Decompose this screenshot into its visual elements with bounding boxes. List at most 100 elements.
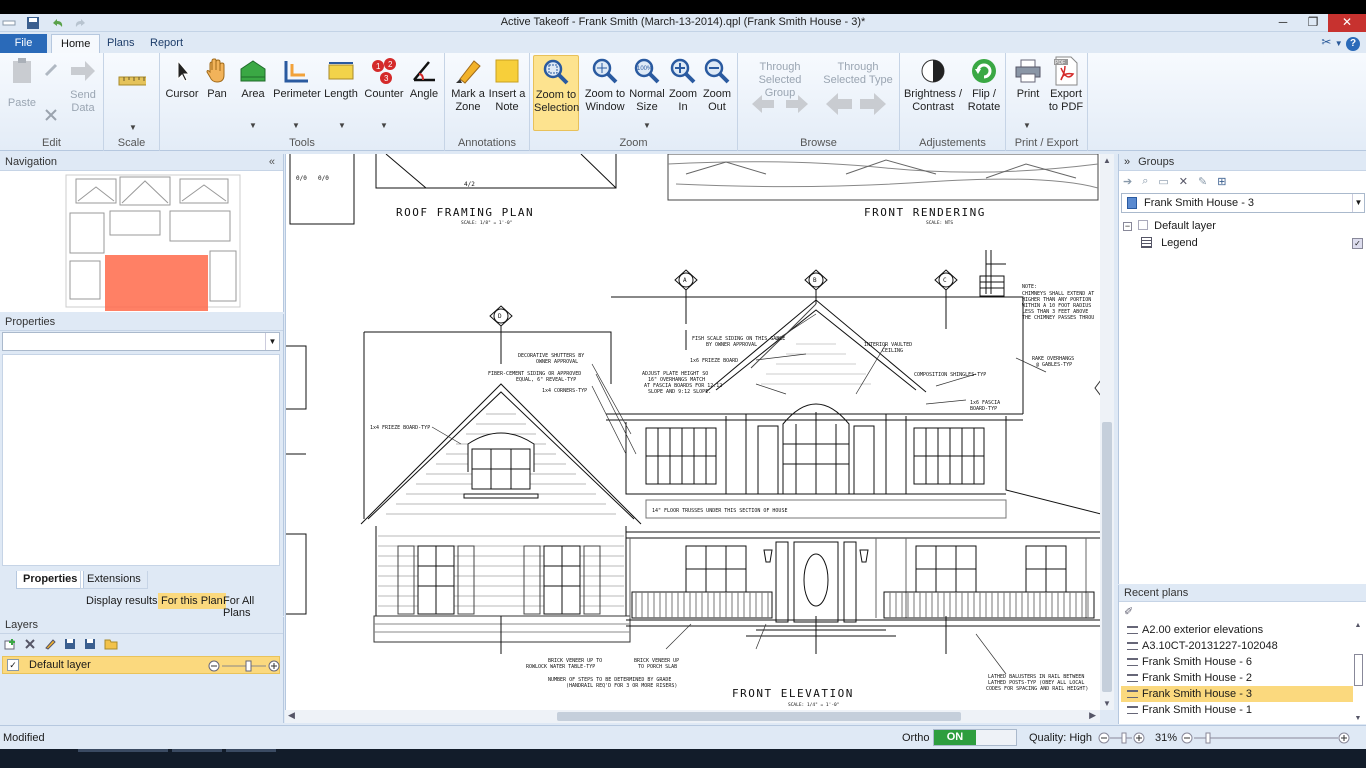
recent-plan-item[interactable]: Frank Smith House - 6: [1121, 654, 1353, 670]
delete-layer-icon[interactable]: [24, 638, 36, 650]
vertical-scroll-thumb[interactable]: [1102, 422, 1112, 692]
brightness-contrast-button[interactable]: Brightness / Contrast: [902, 57, 964, 114]
export-pdf-button[interactable]: PDF Export to PDF: [1046, 56, 1086, 114]
canvas-vertical-scrollbar[interactable]: ▲ ▼: [1100, 154, 1114, 710]
save-layer-icon[interactable]: [64, 638, 76, 650]
cut-icon[interactable]: [44, 108, 58, 122]
quality-label[interactable]: Quality: High: [1029, 732, 1092, 744]
mark-zone-button[interactable]: Mark a Zone: [449, 57, 487, 114]
plan-drawing[interactable]: 0/0 0/0 4/2 14" FLOOR TRUSSES UNDER THIS…: [286, 154, 1100, 710]
tree-item-default-layer[interactable]: − Default layer: [1123, 218, 1363, 235]
length-button[interactable]: Length: [322, 57, 360, 101]
recent-plan-item[interactable]: A2.00 exterior elevations: [1121, 622, 1353, 638]
chevron-down-icon[interactable]: ▼: [1335, 39, 1343, 48]
tab-home[interactable]: Home: [51, 34, 101, 54]
print-dropdown-arrow[interactable]: ▼: [1023, 121, 1031, 130]
area-button[interactable]: Area: [234, 57, 272, 101]
expand-icon[interactable]: »: [1124, 156, 1130, 168]
copy-icon[interactable]: [44, 63, 58, 77]
search-icon[interactable]: ⌕: [1142, 175, 1148, 188]
counter-dropdown-arrow[interactable]: ▼: [380, 121, 388, 130]
edit-layer-icon[interactable]: [44, 638, 56, 650]
layer-row-default[interactable]: ✓ Default layer: [2, 656, 280, 674]
edit-group-icon[interactable]: ✎: [1198, 175, 1207, 188]
previous-type-arrow-icon[interactable]: [824, 91, 854, 120]
perimeter-button[interactable]: Perimeter: [272, 57, 322, 101]
quality-slider[interactable]: [1098, 731, 1146, 745]
recent-scroll-thumb[interactable]: [1353, 654, 1363, 686]
scroll-left-icon[interactable]: ◀: [288, 710, 295, 721]
length-dropdown-arrow[interactable]: ▼: [338, 121, 346, 130]
area-dropdown-arrow[interactable]: ▼: [249, 121, 257, 130]
properties-selector[interactable]: ▼: [2, 332, 280, 351]
counter-button[interactable]: 12 3 Counter: [362, 57, 406, 101]
ortho-toggle[interactable]: ON: [933, 729, 1017, 746]
close-button[interactable]: ✕: [1328, 14, 1366, 32]
zoom-in-button[interactable]: Zoom In: [666, 57, 700, 114]
minimize-button[interactable]: ─: [1268, 14, 1298, 32]
maximize-button[interactable]: ❐: [1298, 14, 1328, 32]
recent-plans-scrollbar[interactable]: ▲ ▼: [1352, 622, 1364, 722]
scale-button[interactable]: [110, 67, 154, 98]
zoom-slider[interactable]: [1180, 731, 1352, 745]
folder-icon[interactable]: [104, 638, 118, 650]
cursor-button[interactable]: Cursor: [164, 57, 200, 101]
help-icon[interactable]: ?: [1346, 37, 1360, 51]
pin-icon[interactable]: ✐: [1124, 605, 1133, 618]
tab-properties[interactable]: Properties: [16, 571, 85, 589]
layer-visible-checkbox[interactable]: ✓: [7, 659, 19, 671]
tab-report[interactable]: Report: [141, 34, 192, 54]
navigation-thumbnail[interactable]: [0, 171, 284, 325]
paste-button[interactable]: Paste: [6, 57, 38, 110]
scale-dropdown-arrow[interactable]: ▼: [129, 123, 137, 132]
delete-group-icon[interactable]: ✕: [1179, 175, 1188, 188]
for-all-plans-button[interactable]: For All Plans: [223, 595, 284, 619]
insert-note-button[interactable]: Insert a Note: [487, 57, 527, 114]
save-as-layer-icon[interactable]: [84, 638, 96, 650]
layer-opacity-slider[interactable]: [208, 660, 280, 672]
arrow-right-icon[interactable]: ➔: [1123, 175, 1132, 188]
pan-button[interactable]: Pan: [200, 57, 234, 101]
next-type-arrow-icon[interactable]: [858, 91, 888, 120]
zoom-to-selection-button[interactable]: Zoom to Selection: [533, 55, 579, 131]
scroll-down-icon[interactable]: ▼: [1103, 699, 1111, 708]
previous-group-arrow-icon[interactable]: [750, 93, 776, 118]
group-settings-icon[interactable]: ⊞: [1217, 175, 1226, 188]
scroll-right-icon[interactable]: ▶: [1089, 710, 1096, 721]
recent-plan-item[interactable]: Frank Smith House - 1: [1121, 702, 1353, 718]
canvas-horizontal-scrollbar[interactable]: ◀ ▶: [285, 710, 1100, 723]
print-button[interactable]: Print: [1010, 57, 1046, 101]
perimeter-dropdown-arrow[interactable]: ▼: [292, 121, 300, 130]
add-layer-icon[interactable]: [4, 638, 16, 650]
new-group-icon[interactable]: ▭: [1158, 175, 1168, 188]
tab-plans[interactable]: Plans: [98, 34, 144, 54]
normal-size-dropdown-arrow[interactable]: ▼: [643, 121, 651, 130]
scroll-up-icon[interactable]: ▲: [1352, 622, 1364, 629]
flip-rotate-button[interactable]: Flip / Rotate: [964, 57, 1004, 114]
taskbar-item: [78, 749, 118, 752]
for-this-plan-button[interactable]: For this Plan: [158, 593, 226, 609]
horizontal-scroll-thumb[interactable]: [557, 712, 961, 721]
tab-file[interactable]: File: [0, 34, 47, 54]
tab-extensions[interactable]: Extensions: [80, 571, 148, 589]
tree-item-legend[interactable]: Legend ✓: [1123, 235, 1363, 252]
scroll-up-icon[interactable]: ▲: [1103, 156, 1111, 165]
recent-plan-item[interactable]: A3.10CT-20131227-102048: [1121, 638, 1353, 654]
zoom-out-button[interactable]: Zoom Out: [700, 57, 734, 114]
plan-icon: [1127, 706, 1138, 714]
legend-visible-checkbox[interactable]: ✓: [1352, 238, 1363, 249]
plan-selector[interactable]: Frank Smith House - 3 ▼: [1121, 193, 1365, 213]
collapse-left-icon[interactable]: «: [269, 154, 275, 171]
scroll-down-icon[interactable]: ▼: [1352, 715, 1364, 722]
zoom-to-window-button[interactable]: Zoom to Window: [582, 57, 628, 114]
plan-canvas[interactable]: 0/0 0/0 4/2 14" FLOOR TRUSSES UNDER THIS…: [285, 154, 1100, 710]
tools-icon[interactable]: ✂: [1321, 35, 1331, 49]
navigation-viewport[interactable]: [105, 255, 208, 325]
next-group-arrow-icon[interactable]: [784, 93, 810, 118]
send-data-button[interactable]: Send Data: [66, 57, 100, 115]
normal-size-button[interactable]: 100% Normal Size: [628, 57, 666, 114]
tree-toggle-icon[interactable]: −: [1123, 222, 1132, 231]
recent-plan-item[interactable]: Frank Smith House - 2: [1121, 670, 1353, 686]
angle-button[interactable]: Angle: [406, 57, 442, 101]
recent-plan-item[interactable]: Frank Smith House - 3: [1121, 686, 1353, 702]
